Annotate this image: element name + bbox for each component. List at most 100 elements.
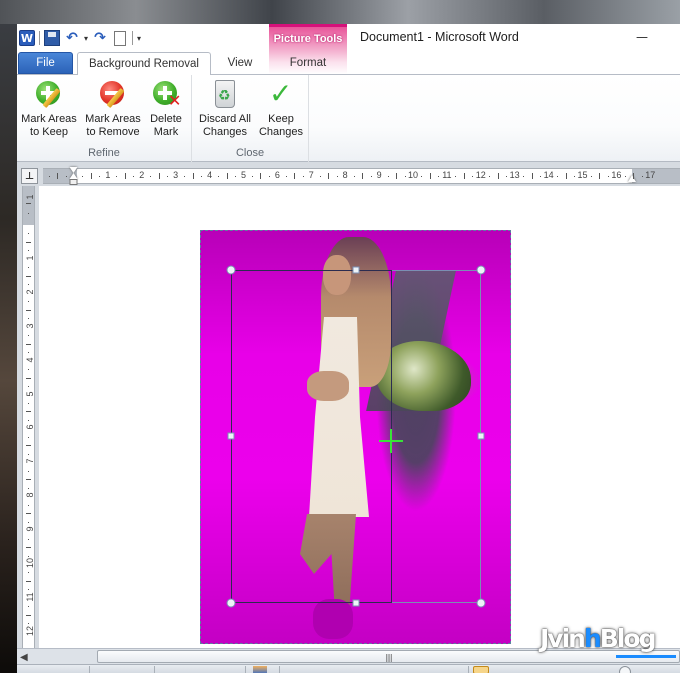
redo-icon[interactable]: ↷: [92, 30, 108, 46]
ruler-tick: [641, 176, 643, 177]
vertical-ruler[interactable]: 1 1 2 3 4 5 6 7 8 9 10 11 12: [22, 186, 35, 648]
print-layout-view-icon[interactable]: [473, 666, 489, 673]
tab-view[interactable]: View: [217, 52, 263, 74]
button-label: Changes: [258, 126, 304, 138]
ruler-tick: [463, 173, 465, 179]
green-plus-pencil-icon: [33, 79, 65, 111]
ruler-tick: [28, 572, 29, 574]
status-separator: [468, 666, 469, 673]
ruler-tick: [66, 176, 67, 177]
ruler-tick: [150, 176, 152, 177]
watermark-logo: JvinhBlog: [540, 624, 656, 653]
new-document-icon: [114, 30, 127, 46]
tab-file[interactable]: File: [18, 52, 73, 74]
ruler-number: 3: [173, 170, 179, 180]
ruler-number: 9: [25, 526, 35, 532]
ruler-number: 13: [509, 170, 520, 180]
ruler-tick: [336, 176, 338, 177]
status-separator: [279, 666, 280, 673]
mark-areas-to-keep-button[interactable]: Mark Areas to Keep: [20, 79, 78, 143]
undo-icon[interactable]: ↶: [64, 30, 80, 46]
ruler-tick: [387, 176, 389, 177]
discard-all-changes-button[interactable]: ♻ Discard All Changes: [196, 79, 254, 143]
zoom-slider-knob[interactable]: [619, 666, 631, 673]
ruler-tick: [396, 173, 398, 179]
resize-handle-top-right[interactable]: [476, 265, 486, 275]
document-page[interactable]: [39, 186, 680, 648]
horizontal-ruler[interactable]: 1 2 3 4 5 6 7 8 9 10 11 12 13 14 15 16 17: [43, 167, 680, 189]
ruler-tick: [489, 176, 491, 177]
ruler-tick: [523, 176, 525, 177]
ruler-tick: [28, 369, 29, 371]
recycle-bin-icon: ♻: [209, 79, 241, 111]
resize-handle-bottom-left[interactable]: [226, 598, 236, 608]
resize-handle-bottom[interactable]: [352, 599, 360, 607]
ruler-tick: [404, 176, 406, 177]
ruler-tick: [28, 470, 29, 472]
ruler-tick: [201, 176, 203, 177]
ruler-number: 17: [645, 170, 656, 180]
ruler-number: 16: [611, 170, 622, 180]
ruler-tick: [26, 513, 31, 515]
ruler-tick: [268, 176, 270, 177]
resize-handle-top[interactable]: [352, 266, 360, 274]
desktop-background-left: [0, 24, 17, 673]
ruler-tick: [26, 343, 31, 345]
word-app-icon[interactable]: W: [19, 30, 35, 46]
resize-handle-bottom-right[interactable]: [476, 598, 486, 608]
ruler-tick: [607, 176, 609, 177]
red-minus-pencil-icon: [97, 79, 129, 111]
keep-changes-button[interactable]: ✓ Keep Changes: [256, 79, 306, 143]
ribbon: Mark Areas to Keep Mark Areas to Remove …: [17, 74, 680, 162]
new-document-button[interactable]: [112, 30, 128, 46]
language-icon[interactable]: [253, 666, 267, 673]
ruler-tick: [599, 173, 601, 179]
undo-dropdown-icon[interactable]: ▾: [84, 34, 88, 43]
ruler-tick: [28, 352, 29, 354]
ruler-tick: [28, 538, 29, 540]
resize-handle-top-left[interactable]: [226, 265, 236, 275]
ruler-tick: [49, 176, 50, 177]
customize-toolbar-icon[interactable]: ▾: [137, 34, 141, 43]
ruler-tick: [26, 614, 31, 616]
ruler-tick: [531, 173, 533, 179]
status-separator: [154, 666, 155, 673]
button-label: Keep: [268, 113, 294, 125]
ruler-tick: [57, 173, 58, 179]
ruler-tick: [574, 176, 576, 177]
ruler-tick: [28, 301, 29, 303]
ruler-tick: [28, 213, 29, 214]
ruler-number: 8: [342, 170, 348, 180]
scrollbar-grip-icon: ||||: [385, 653, 393, 662]
ruler-tick: [633, 173, 635, 179]
save-icon[interactable]: [44, 30, 60, 46]
ruler-tick: [370, 176, 372, 177]
ruler-number: 2: [139, 170, 145, 180]
ruler-tick: [624, 176, 626, 177]
ruler-tick: [28, 504, 29, 506]
tab-stop-selector[interactable]: ⊥: [21, 168, 38, 184]
ruler-number: 12: [475, 170, 486, 180]
scroll-left-icon[interactable]: ◀: [20, 651, 30, 663]
tab-background-removal[interactable]: Background Removal: [77, 52, 211, 75]
ruler-tick: [28, 436, 29, 438]
ruler-number: 5: [240, 170, 247, 180]
mark-areas-to-remove-button[interactable]: Mark Areas to Remove: [82, 79, 144, 143]
watermark-text-2: h: [583, 624, 602, 653]
ruler-tick: [28, 233, 29, 235]
picture-background-removal[interactable]: [200, 230, 511, 644]
resize-handle-right[interactable]: [477, 432, 485, 440]
ruler-number: 4: [25, 357, 35, 363]
ruler-tick: [192, 173, 194, 179]
minimize-button[interactable]: —: [629, 26, 655, 48]
ruler-tick: [328, 173, 330, 179]
resize-handle-left[interactable]: [227, 432, 235, 440]
ruler-number: 11: [25, 592, 35, 602]
right-indent-marker[interactable]: [628, 175, 636, 182]
ruler-tick: [26, 241, 31, 243]
tab-format[interactable]: Format: [269, 52, 347, 74]
ruler-tick: [158, 173, 160, 179]
ruler-number: 3: [25, 323, 35, 329]
delete-mark-button[interactable]: ✕ Delete Mark: [146, 79, 186, 143]
first-line-indent-marker[interactable]: [69, 167, 79, 186]
